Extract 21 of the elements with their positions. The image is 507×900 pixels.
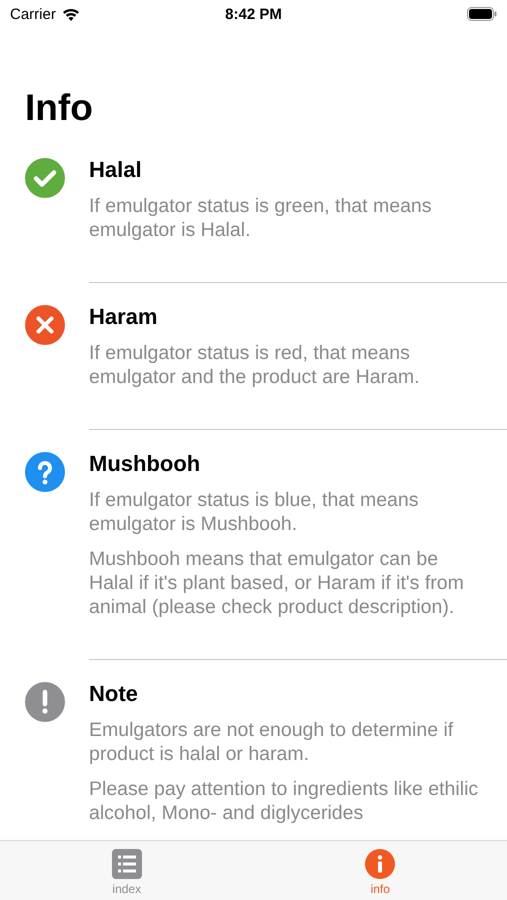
item-title: Haram <box>89 303 158 331</box>
checkmark-icon <box>24 158 64 198</box>
item-description: If emulgator status is red, that means emulgator and the product are Haram. <box>89 341 421 389</box>
item-title: Note <box>89 680 139 708</box>
question-icon <box>24 452 64 492</box>
item-description: If emulgator status is blue, that means emulgator is Mushbooh. <box>89 488 420 536</box>
carrier-label: Carrier <box>10 6 56 22</box>
battery-icon <box>467 7 497 21</box>
item-description: Please pay attention to ingredients like ethilic alcohol, Mono- and diglycerides <box>89 777 480 825</box>
tab-button[interactable]: info <box>254 841 507 900</box>
item-description: Mushbooh means that emulgator can be Halal if it's plant based, or Haram if it's from animal (please check product description). <box>89 547 465 619</box>
exclamation-icon <box>24 682 64 722</box>
item-description: If emulgator status is green, that means emulgator is Halal. <box>89 194 433 242</box>
item-title: Mushbooh <box>89 450 202 478</box>
item-title: Halal <box>89 156 143 184</box>
tab-button[interactable]: index <box>0 841 254 900</box>
item-description: Emulgators are not enough to determine if product is halal or haram. <box>89 718 454 766</box>
page-title: Info <box>25 86 94 130</box>
cross-icon <box>24 305 64 345</box>
status-time: 8:42 PM <box>225 6 282 22</box>
wifi-icon <box>62 8 80 20</box>
